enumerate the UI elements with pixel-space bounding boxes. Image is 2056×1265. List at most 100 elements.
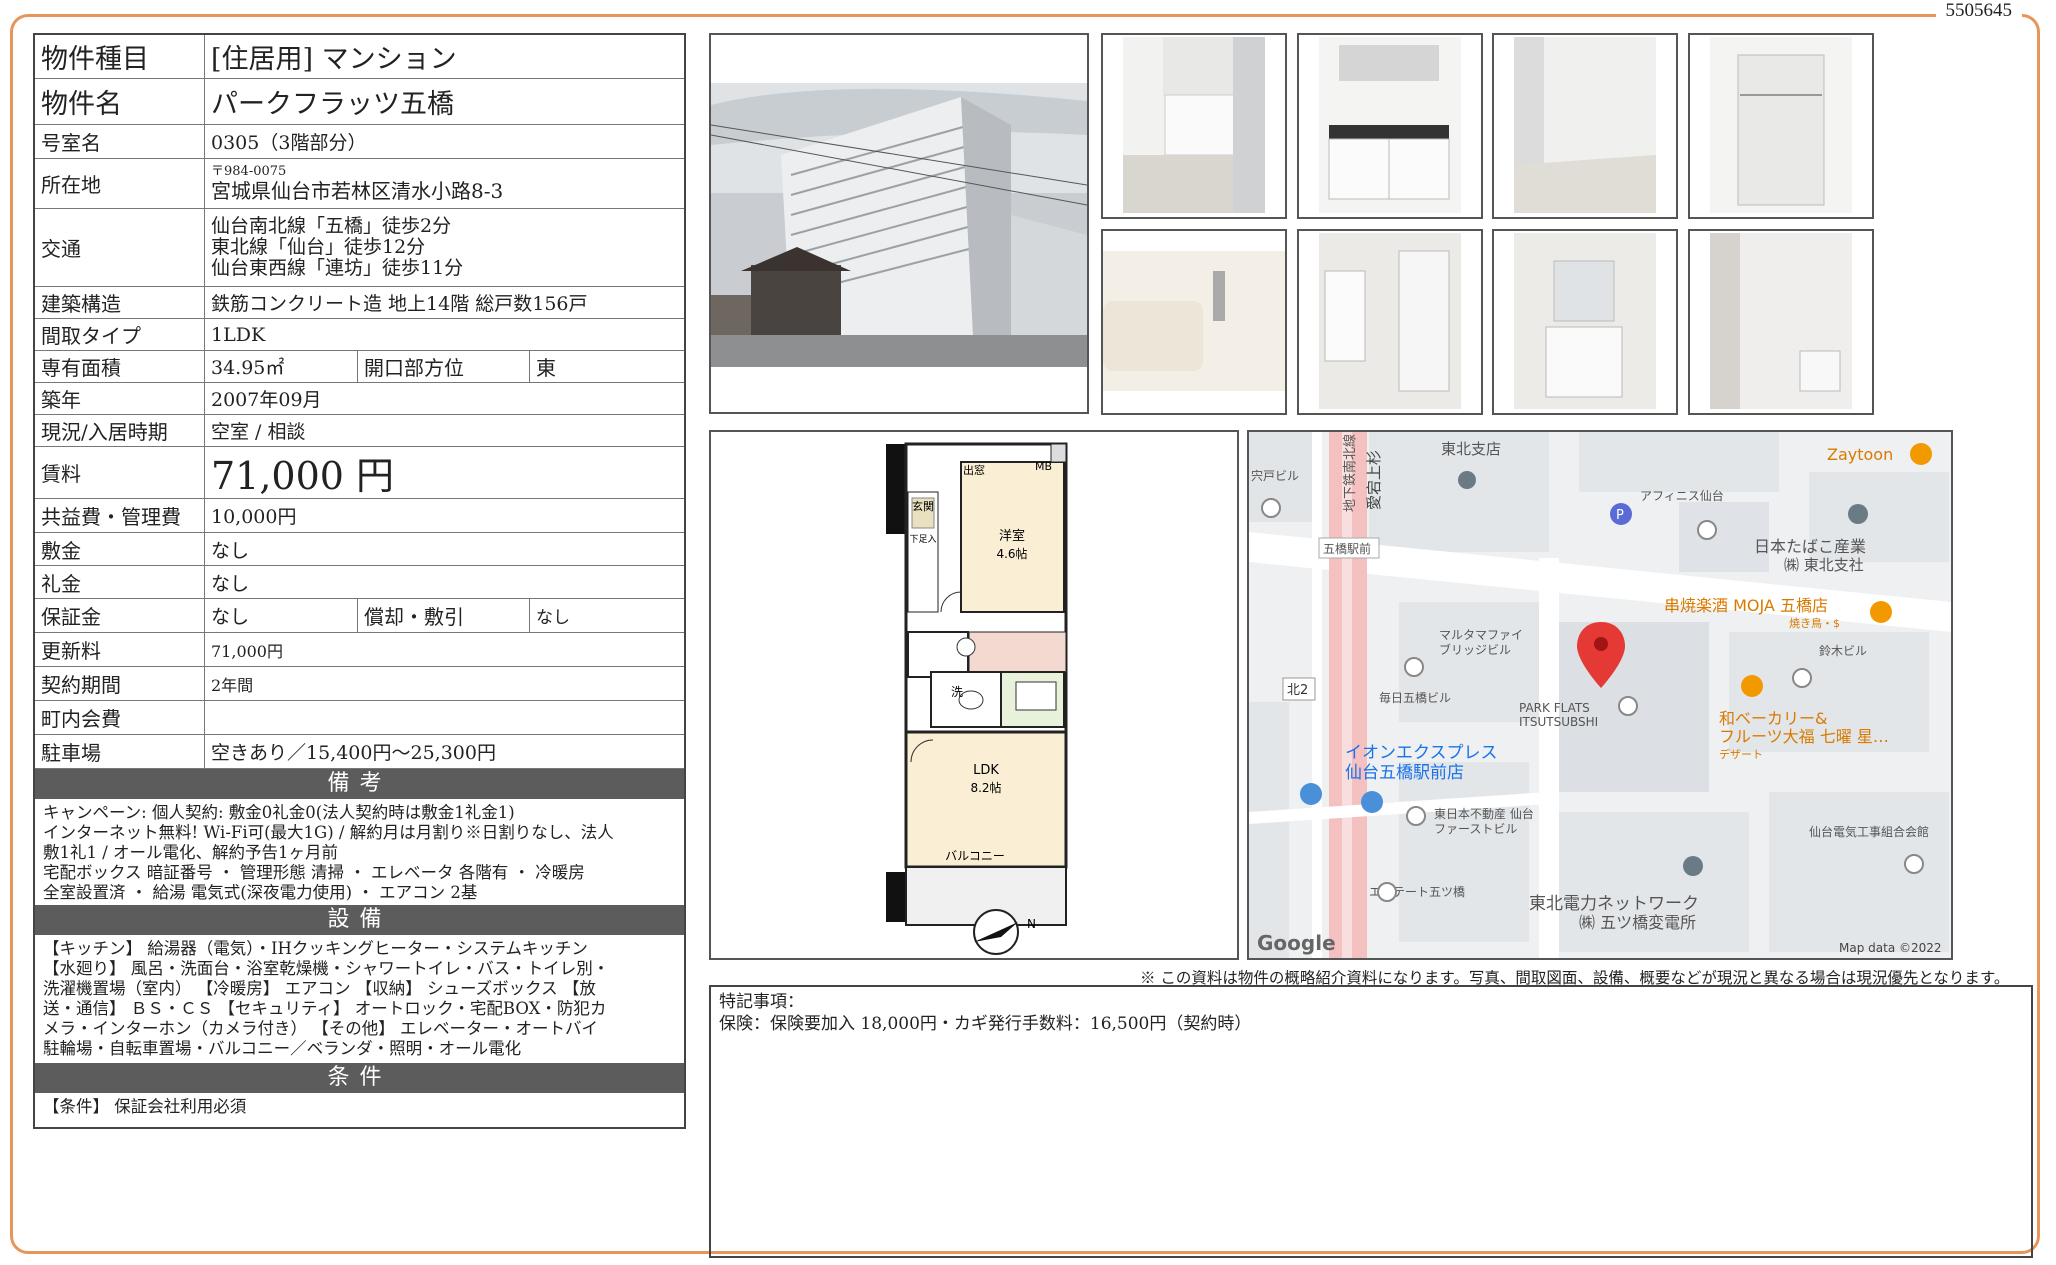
row-contract: 契約期間 2年間 [35,667,684,701]
row-fee: 共益費・管理費 10,000円 [35,499,684,533]
photo-kitchen-1-image [1123,37,1265,213]
restaurant-pin-icon [1910,443,1932,465]
shopping-pin-icon [1361,791,1383,813]
facing-label: 開口部方位 [357,351,529,382]
photo-washroom [1297,229,1483,415]
amort-label: 償却・敷引 [357,599,529,632]
plan-western-size: 4.6帖 [996,546,1027,561]
row-built: 築年 2007年09月 [35,383,684,415]
map-label-kushiyaki: 串焼楽酒 MOJA 五橋店 [1664,596,1828,615]
map-label-zaytoon: Zaytoon [1827,445,1893,464]
station-pin-icon [1300,783,1322,805]
pin-icon [1406,806,1426,826]
building-photo [709,33,1089,414]
conditions-header: 条件 [35,1063,684,1093]
row-address: 所在地 〒984-0075 宮城県仙台市若林区清水小路8-3 [35,159,684,209]
map-google-logo: Google [1257,931,1336,955]
row-room: 号室名 0305（3階部分） [35,125,684,159]
plan-storage-label: 下足入 [909,534,936,545]
map-label-substation: ㈱ 五ツ橋変電所 [1579,913,1696,932]
structure-label: 建築構造 [35,287,205,318]
special-notes-title: 特記事項： [719,992,804,1012]
pin-icon [1792,668,1812,688]
community-label: 町内会費 [35,701,205,734]
status-label: 現況/入居時期 [35,415,205,446]
area-map-drawing: 東北支店 宍戸ビル 地下鉄南北線 愛宕上杉 Zaytoon アフィニス仙台 日本… [1249,432,1951,958]
remarks-line: 敷1礼1 / オール電化、解約予告1ヶ月前 [43,843,339,862]
photo-closet [1688,33,1874,219]
map-label-jt: 日本たばこ産業 [1754,537,1866,556]
map-label-denki-union: 仙台電気工事組合会館 [1809,824,1929,839]
photo-kitchen-2 [1297,33,1483,219]
equipment-line: メラ・インターホン（カメラ付き） 【その他】 エレベーター・オートバイ [43,1019,598,1038]
status-value: 空室 / 相談 [211,421,306,443]
map-label-north2: 北2 [1287,683,1308,698]
type-value: [住居用] マンション [211,44,457,75]
map-label-higashi: 東日本不動産 仙台 [1434,806,1534,821]
photo-vanity [1492,229,1678,415]
map-label-higashi2: ファーストビル [1434,822,1517,836]
map-label-aeon: イオンエクスプレス [1345,743,1498,763]
row-key-money: 礼金 なし [35,566,684,599]
structure-value: 鉄筋コンクリート造 地上14階 総戸数156戸 [211,293,588,315]
pin-icon [1683,856,1703,876]
name-value: パークフラッツ五橋 [211,89,454,120]
row-guarantee: 保証金 なし 償却・敷引 なし [35,599,684,633]
equipment-line: 送・通信】 ＢＳ・ＣＳ 【セキュリティ】 オートロック・宅配BOX・防犯カ [43,999,607,1018]
pin-icon [1404,657,1424,677]
map-label-tohoku-branch: 東北支店 [1441,440,1501,458]
pin-icon [1618,696,1638,716]
area-label: 専有面積 [35,351,205,382]
photo-room-1-image [1514,37,1656,213]
access-line: 仙台東西線「連坊」徒歩11分 [211,257,464,279]
row-name: 物件名 パークフラッツ五橋 [35,79,684,125]
map-label-afinis: アフィニス仙台 [1640,488,1724,503]
row-community: 町内会費 [35,701,684,735]
map-label-aeon2: 仙台五橋駅前店 [1345,763,1464,783]
row-area: 専有面積 34.95㎡ 開口部方位 東 [35,351,684,383]
plan-ldk-size: 8.2帖 [970,780,1001,795]
map-label-mainichi: 毎日五橋ビル [1379,690,1451,705]
map-label-kushiyaki-sub: 焼き鳥・$ [1789,616,1840,630]
row-deposit: 敷金 なし [35,533,684,566]
pin-icon [1458,471,1476,489]
name-label: 物件名 [35,79,205,124]
amort-value: なし [529,599,684,632]
fee-label: 共益費・管理費 [35,499,205,532]
building-photo-image [711,83,1087,367]
remarks-line: 宅配ボックス 暗証番号 ・ 管理形態 清掃 ・ エレベータ 各階有 ・ 冷暖房 [43,863,585,882]
svg-text:P: P [1616,508,1624,523]
map-label-park-flats2: ITSUTSUBSHI [1519,715,1598,729]
community-value [205,701,684,734]
row-status: 現況/入居時期 空室 / 相談 [35,415,684,447]
fee-value: 10,000円 [211,506,297,528]
equipment-line: 【キッチン】 給湯器（電気）・IHクッキングヒーター・システムキッチン [43,939,588,958]
floor-plan-drawing: 出窓 MB 玄関 下足入 洋室 4.6帖 洗 LDK 8.2帖 バルコニー N [886,442,1068,955]
photo-room-1 [1492,33,1678,219]
remarks-line: キャンペーン: 個人契約: 敷金0礼金0(法人契約時は敷金1礼金1) [43,803,515,822]
equipment-line: 駐輪場・自転車置場・バルコニー／ベランダ・照明・オール電化 [43,1039,522,1058]
map-label-suzuki: 鈴木ビル [1819,643,1867,658]
built-label: 築年 [35,383,205,414]
map-label-bakery: 和ベーカリー& [1719,709,1827,728]
map-label-shido: 宍戸ビル [1251,468,1299,483]
map-label-dessert: デザート [1719,747,1763,761]
layout-value: 1LDK [211,323,266,346]
plan-ldk-label: LDK [973,763,999,778]
contract-value: 2年間 [211,675,254,695]
row-layout: 間取タイプ 1LDK [35,319,684,351]
photo-kitchen-1 [1101,33,1287,219]
conditions-body: 【条件】 保証会社利用必須 [35,1093,684,1127]
floor-plan: 出窓 MB 玄関 下足入 洋室 4.6帖 洗 LDK 8.2帖 バルコニー N [709,430,1239,960]
map-label-tohoku-power: 東北電力ネットワーク [1529,894,1699,914]
photo-closet-image [1710,37,1852,213]
map-label-line: 地下鉄南北線 [1342,434,1358,512]
document-id: 5505645 [1935,0,2022,22]
special-notes-text: 保険：保険要加入 18,000円・カギ発行手数料：16,500円（契約時） [719,1014,1252,1034]
remarks-line: インターネット無料! Wi-Fi可(最大1G) / 解約月は月割り※日割りなし、… [43,823,614,842]
photo-bath-image [1103,251,1285,391]
map-label-park-flats: PARK FLATS [1519,701,1590,715]
deposit-value: なし [211,539,250,562]
photo-washroom-image [1319,233,1461,409]
room-value: 0305（3階部分） [211,132,367,154]
